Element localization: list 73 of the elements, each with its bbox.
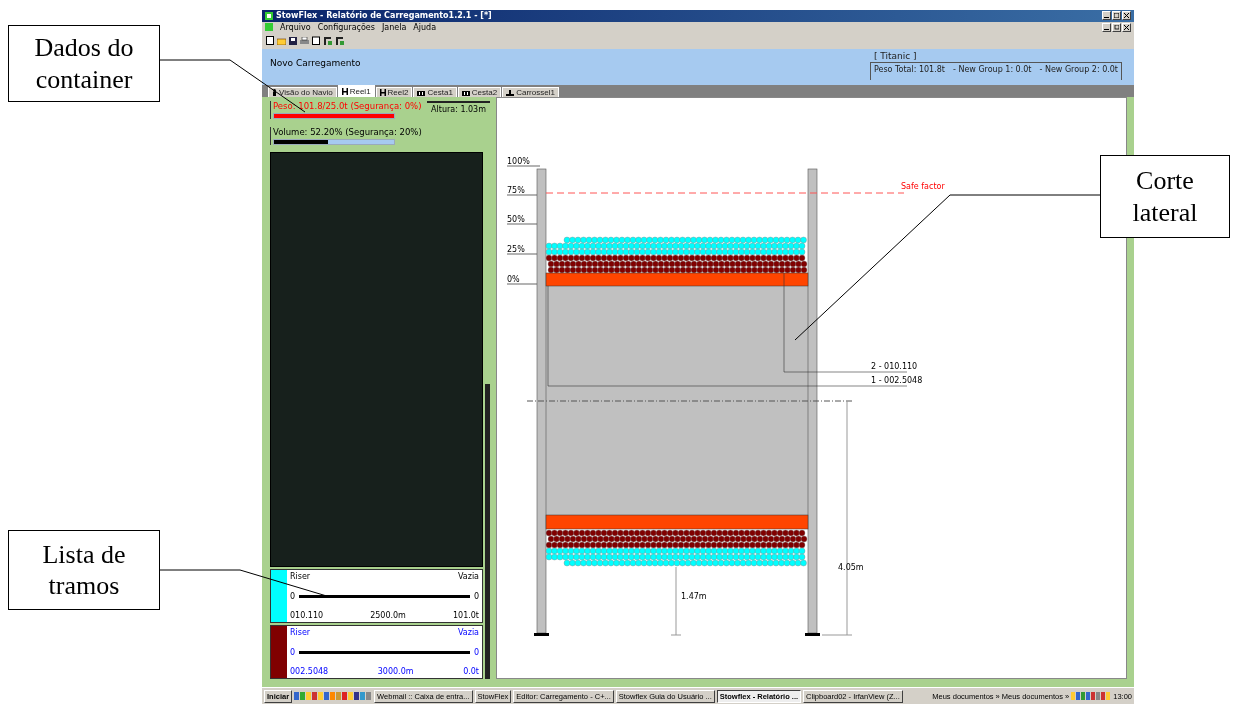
printer-icon[interactable]: [300, 36, 309, 45]
scale-label: 0%: [507, 275, 520, 285]
close-button[interactable]: [1122, 11, 1131, 21]
dimension-line: [670, 567, 682, 636]
reel-icon: [379, 89, 386, 97]
scrollbar-thumb[interactable]: [485, 384, 490, 680]
segment-status: Vazia: [457, 572, 479, 582]
close-icon: [1124, 13, 1129, 19]
segment-length: 3000.0m: [377, 667, 414, 677]
dimension-label: 1.47m: [681, 592, 707, 602]
safe-factor-label: Safe factor: [901, 182, 945, 192]
quick-launch-drawing[interactable]: [294, 691, 373, 702]
menu-item[interactable]: Ajuda: [413, 22, 437, 32]
segment-end: 0: [473, 592, 479, 601]
document-icon: [265, 23, 273, 32]
segment-card[interactable]: Riser Vazia 0 0 002.5048 3000.0m 0.0t: [270, 625, 483, 680]
segment-weight: 101.0t: [452, 611, 479, 621]
basket-icon: [417, 90, 426, 96]
maximize-icon: [1114, 13, 1119, 19]
maximize-button[interactable]: [1112, 11, 1121, 21]
segment-id: 002.5048: [290, 667, 329, 677]
new-file-icon[interactable]: [266, 36, 274, 46]
ship-name: [ Titanic ]: [872, 50, 918, 62]
callout-label: Lista de tramos: [8, 530, 160, 610]
window-title: StowFlex - Relatório de Carregamento1.2.1 - [*]: [276, 11, 493, 21]
callout-label: Dados do container: [8, 25, 160, 102]
weight-summary: - New Group 1: 0.0t: [952, 64, 1032, 74]
crane-icon[interactable]: [335, 36, 344, 46]
segment-status: Vazia: [457, 628, 479, 638]
app-icon: [265, 11, 273, 20]
segment-start: 0: [290, 592, 296, 601]
container-foot: [534, 633, 549, 637]
weight-summary: - New Group 2: 0.0t: [1039, 64, 1118, 74]
tray-icons-drawing[interactable]: [1071, 691, 1112, 702]
scale-label: 25%: [507, 245, 525, 255]
height-label: Altura: 1.03m: [427, 101, 490, 118]
minimize-button[interactable]: [1102, 11, 1111, 21]
segment-length: 2500.0m: [370, 611, 406, 621]
volume-label: Volume: 52.20% (Segurança: 20%): [273, 127, 422, 139]
segment-end: 0: [473, 648, 479, 657]
weight-label: Peso: 101.8/25.0t (Segurança: 0%): [273, 101, 422, 113]
crane-icon[interactable]: [323, 36, 332, 46]
carousel-icon: [506, 90, 515, 96]
scale-label: 75%: [507, 186, 525, 196]
segment-start: 0: [290, 648, 296, 657]
dimension-label: 4.05m: [838, 563, 864, 573]
menu-item[interactable]: Arquivo: [280, 22, 311, 32]
tab[interactable]: Reel1: [337, 85, 375, 98]
save-icon[interactable]: [289, 36, 297, 45]
basket-icon: [461, 90, 470, 96]
person-icon: [272, 89, 277, 97]
container-foot: [805, 633, 820, 637]
minimize-button[interactable]: [1102, 22, 1111, 32]
menu-item[interactable]: Configurações: [317, 22, 375, 32]
segment-card[interactable]: Riser Vazia 0 0 010.110 2500.0m 101.0t: [270, 569, 483, 624]
menu-item[interactable]: Janela: [381, 22, 407, 32]
segment-type: Riser: [290, 628, 311, 638]
scale-label: 100%: [507, 157, 530, 167]
weight-summary: Peso Total: 101.8t: [873, 64, 945, 74]
restore-button[interactable]: [1112, 22, 1121, 32]
restore-icon: [1114, 24, 1119, 30]
segment-id: 010.110: [290, 611, 324, 621]
scale-label: 50%: [507, 215, 525, 225]
clipboard-icon[interactable]: [312, 36, 320, 46]
reel-icon: [341, 88, 348, 96]
close-icon: [1124, 24, 1129, 30]
callout-label: Corte lateral: [1100, 155, 1230, 238]
document-title: Novo Carregamento: [270, 57, 361, 68]
layer-label: 1 - 002.5048: [871, 376, 923, 386]
layer-label: 2 - 010.110: [871, 362, 918, 372]
segment-weight: 0.0t: [463, 667, 479, 677]
segment-type: Riser: [290, 572, 311, 582]
close-button[interactable]: [1122, 22, 1131, 32]
